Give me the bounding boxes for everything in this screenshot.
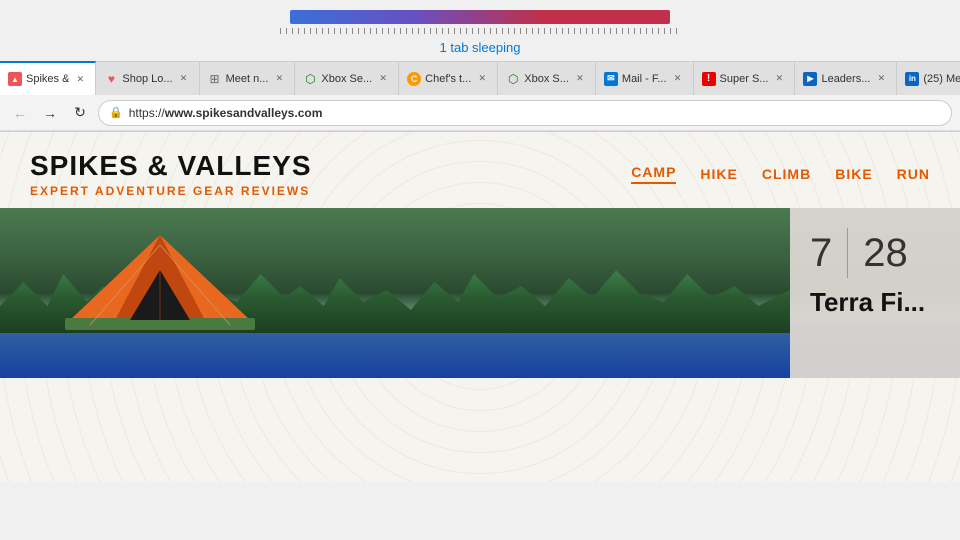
sleeping-gradient-bar bbox=[290, 10, 670, 24]
tab-chef-close[interactable]: ✕ bbox=[475, 72, 489, 86]
side-panel-number1: 7 bbox=[810, 231, 832, 276]
shop-favicon: ♥ bbox=[104, 72, 118, 86]
back-button[interactable]: ← bbox=[8, 101, 32, 125]
tab-outlook-close[interactable]: ✕ bbox=[671, 72, 685, 86]
url-prefix: https:// bbox=[129, 106, 165, 120]
tab-leaders-close[interactable]: ✕ bbox=[874, 72, 888, 86]
site-logo-subtitle: EXPERT ADVENTURE GEAR REVIEWS bbox=[30, 184, 312, 198]
chef-favicon: C bbox=[407, 72, 421, 86]
tabs-row: ▲ Spikes & ✕ ♥ Shop Lo... ✕ ⊞ Meet n... … bbox=[0, 61, 960, 95]
tab-spikes[interactable]: ▲ Spikes & ✕ bbox=[0, 61, 96, 95]
leaders-favicon: ▶ bbox=[803, 72, 817, 86]
nav-camp[interactable]: CAMP bbox=[631, 164, 676, 184]
forward-button[interactable]: → bbox=[38, 101, 62, 125]
nav-hike[interactable]: HIKE bbox=[700, 166, 737, 182]
tab-xbox1-title: Xbox Se... bbox=[321, 73, 372, 85]
xbox1-favicon: ⬡ bbox=[303, 72, 317, 86]
tab-linkedin25[interactable]: in (25) Me... ✕ bbox=[897, 61, 960, 95]
tab-chef-title: Chef's t... bbox=[425, 73, 471, 85]
side-panel-divider bbox=[847, 228, 848, 278]
address-row: ← → ↻ 🔒 https://www.spikesandvalleys.com bbox=[0, 95, 960, 131]
super-favicon: ! bbox=[702, 72, 716, 86]
sleeping-bar-container: 1 tab sleeping bbox=[0, 0, 960, 61]
tab-super[interactable]: ! Super S... ✕ bbox=[694, 61, 796, 95]
side-panel-numbers: 7 28 bbox=[810, 228, 940, 278]
tab-outlook-title: Mail - F... bbox=[622, 73, 667, 85]
nav-bike[interactable]: BIKE bbox=[835, 166, 872, 182]
xbox2-favicon: ⬡ bbox=[506, 72, 520, 86]
nav-run[interactable]: RUN bbox=[897, 166, 930, 182]
side-panel: 7 28 Terra Fi... bbox=[790, 208, 960, 378]
refresh-button[interactable]: ↻ bbox=[68, 101, 92, 125]
tab-super-title: Super S... bbox=[720, 73, 769, 85]
tab-linkedin25-title: (25) Me... bbox=[923, 73, 960, 85]
linkedin25-favicon: in bbox=[905, 72, 919, 86]
tab-shop[interactable]: ♥ Shop Lo... ✕ bbox=[96, 61, 199, 95]
outlook-favicon: ✉ bbox=[604, 72, 618, 86]
tab-chef[interactable]: C Chef's t... ✕ bbox=[399, 61, 498, 95]
meet-favicon: ⊞ bbox=[208, 72, 222, 86]
tab-spikes-close[interactable]: ✕ bbox=[73, 72, 87, 86]
tab-xbox2-close[interactable]: ✕ bbox=[573, 72, 587, 86]
tab-meet[interactable]: ⊞ Meet n... ✕ bbox=[200, 61, 296, 95]
url-text: https://www.spikesandvalleys.com bbox=[129, 106, 323, 120]
site-header: SPIKES & VALLEYS EXPERT ADVENTURE GEAR R… bbox=[0, 132, 960, 198]
site-logo-area: SPIKES & VALLEYS EXPERT ADVENTURE GEAR R… bbox=[30, 150, 312, 198]
side-panel-title: Terra Fi... bbox=[810, 288, 940, 317]
site-nav: CAMP HIKE CLIMB BIKE RUN bbox=[631, 164, 930, 184]
tab-outlook[interactable]: ✉ Mail - F... ✕ bbox=[596, 61, 694, 95]
side-panel-number2: 28 bbox=[863, 231, 908, 276]
tab-xbox2-title: Xbox S... bbox=[524, 73, 569, 85]
sleeping-tick-bar bbox=[280, 28, 680, 34]
nav-climb[interactable]: CLIMB bbox=[762, 166, 811, 182]
address-bar[interactable]: 🔒 https://www.spikesandvalleys.com bbox=[98, 100, 952, 126]
tab-leaders-title: Leaders... bbox=[821, 73, 870, 85]
hero-area: 7 28 Terra Fi... bbox=[0, 208, 960, 378]
tab-spikes-title: Spikes & bbox=[26, 73, 69, 85]
tab-xbox2[interactable]: ⬡ Xbox S... ✕ bbox=[498, 61, 596, 95]
sleeping-label: 1 tab sleeping bbox=[440, 40, 521, 55]
lock-icon: 🔒 bbox=[109, 106, 123, 119]
tab-meet-title: Meet n... bbox=[226, 73, 269, 85]
tab-shop-title: Shop Lo... bbox=[122, 73, 172, 85]
browser-chrome: ▲ Spikes & ✕ ♥ Shop Lo... ✕ ⊞ Meet n... … bbox=[0, 61, 960, 132]
tab-meet-close[interactable]: ✕ bbox=[272, 72, 286, 86]
spikes-favicon: ▲ bbox=[8, 72, 22, 86]
website-content: SPIKES & VALLEYS EXPERT ADVENTURE GEAR R… bbox=[0, 132, 960, 482]
url-domain: www.spikesandvalleys.com bbox=[165, 106, 323, 120]
tab-leaders[interactable]: ▶ Leaders... ✕ bbox=[795, 61, 897, 95]
tent-svg bbox=[60, 230, 260, 340]
tab-shop-close[interactable]: ✕ bbox=[177, 72, 191, 86]
site-logo-title: SPIKES & VALLEYS bbox=[30, 150, 312, 182]
tab-super-close[interactable]: ✕ bbox=[772, 72, 786, 86]
tab-xbox1-close[interactable]: ✕ bbox=[376, 72, 390, 86]
tab-xbox1[interactable]: ⬡ Xbox Se... ✕ bbox=[295, 61, 399, 95]
